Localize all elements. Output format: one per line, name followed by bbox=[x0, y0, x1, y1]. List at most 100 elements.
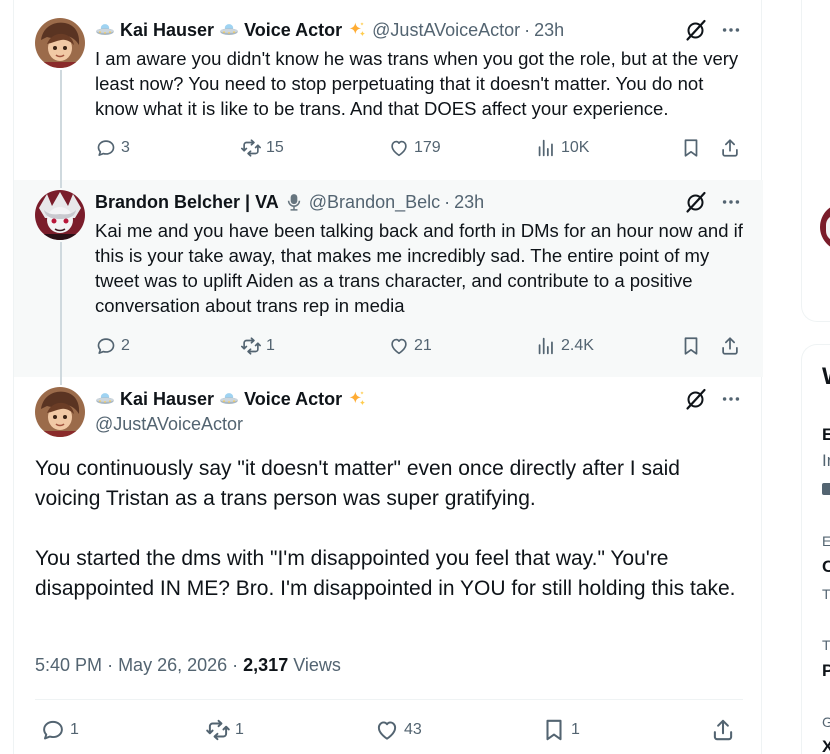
sidebar-avatar[interactable] bbox=[820, 203, 830, 251]
sidebar-profile-card bbox=[801, 0, 830, 322]
share-button[interactable] bbox=[719, 134, 741, 162]
bookmark-icon bbox=[680, 335, 702, 357]
repost-count: 1 bbox=[266, 337, 275, 354]
sidebar-trends-card: W E In E C T T P G X bbox=[801, 344, 830, 754]
user-handle[interactable]: @Brandon_Belc bbox=[309, 192, 440, 213]
bookmark-button[interactable] bbox=[680, 134, 702, 162]
tweet-header: Kai Hauser Voice Actor @JustAVoiceActor … bbox=[95, 18, 564, 42]
views-count: 2,317 bbox=[243, 655, 289, 675]
ufo-emoji bbox=[219, 20, 239, 40]
reply-count: 1 bbox=[70, 721, 79, 738]
share-button[interactable] bbox=[710, 716, 736, 744]
tweet-time[interactable]: 5:40 PM bbox=[35, 655, 102, 675]
share-icon bbox=[710, 717, 736, 743]
sidebar-item-line[interactable]: E bbox=[822, 425, 830, 445]
bookmark-button[interactable]: 1 bbox=[541, 716, 580, 744]
timestamp[interactable]: 23h bbox=[534, 20, 564, 41]
separator-dot: · bbox=[524, 19, 531, 40]
repost-button[interactable]: 15 bbox=[240, 134, 284, 162]
grok-icon[interactable] bbox=[683, 386, 709, 412]
divider bbox=[35, 699, 743, 700]
timestamp[interactable]: 23h bbox=[454, 192, 484, 213]
views-icon bbox=[535, 137, 557, 159]
repost-icon bbox=[240, 335, 262, 357]
sparkles-emoji bbox=[347, 20, 367, 40]
thread-line bbox=[60, 377, 62, 385]
share-icon bbox=[719, 335, 741, 357]
separator-dot: · bbox=[107, 655, 119, 675]
like-count: 43 bbox=[404, 721, 422, 738]
tweet-date[interactable]: May 26, 2026 bbox=[118, 655, 227, 675]
views-count: 2.4K bbox=[561, 337, 594, 354]
sidebar-item-line[interactable]: P bbox=[822, 661, 830, 681]
repost-count: 1 bbox=[235, 721, 244, 738]
like-icon bbox=[374, 717, 400, 743]
tweet-header: Brandon Belcher | VA @Brandon_Belc · 23h bbox=[95, 190, 484, 214]
repost-button[interactable]: 1 bbox=[205, 716, 244, 744]
user-handle[interactable]: @JustAVoiceActor bbox=[95, 412, 243, 436]
repost-icon bbox=[240, 137, 262, 159]
sidebar-item-line[interactable]: C bbox=[822, 557, 830, 577]
bookmark-icon bbox=[680, 137, 702, 159]
tweet-text-paragraph-2: You started the dms with "I'm disappoint… bbox=[35, 547, 736, 600]
views-button[interactable]: 10K bbox=[535, 134, 589, 162]
sidebar-item-line: In bbox=[822, 451, 830, 470]
grok-icon[interactable] bbox=[683, 189, 709, 215]
tweet-actions: 2 1 21 2.4K bbox=[95, 332, 745, 360]
reply-button[interactable]: 1 bbox=[40, 716, 79, 744]
reply-icon bbox=[40, 717, 66, 743]
conversation-timeline: Kai Hauser Voice Actor @JustAVoiceActor … bbox=[13, 0, 763, 754]
sidebar-item-line: T bbox=[822, 637, 830, 653]
like-count: 21 bbox=[414, 337, 432, 354]
microphone-emoji bbox=[284, 192, 304, 212]
repost-button[interactable]: 1 bbox=[240, 332, 275, 360]
user-handle[interactable]: @JustAVoiceActor bbox=[372, 20, 520, 41]
share-button[interactable] bbox=[719, 332, 741, 360]
display-name[interactable]: Kai Hauser bbox=[120, 20, 214, 41]
like-icon bbox=[388, 137, 410, 159]
like-count: 179 bbox=[414, 139, 441, 156]
views-count: 10K bbox=[561, 139, 590, 156]
repost-icon bbox=[205, 717, 231, 743]
separator-dot: · bbox=[444, 191, 451, 212]
sidebar-heading: W bbox=[822, 363, 830, 391]
ufo-emoji bbox=[95, 389, 115, 409]
reply-tweet-1[interactable]: Kai Hauser Voice Actor @JustAVoiceActor … bbox=[14, 0, 763, 180]
reply-icon bbox=[95, 137, 117, 159]
display-name[interactable]: Kai Hauser bbox=[120, 389, 214, 410]
more-icon[interactable] bbox=[719, 190, 743, 214]
name-badge[interactable]: Voice Actor bbox=[244, 389, 342, 410]
thread-line bbox=[60, 70, 62, 180]
views-label: Views bbox=[293, 655, 341, 675]
views-button[interactable]: 2.4K bbox=[535, 332, 594, 360]
sidebar-item-icon bbox=[822, 483, 830, 495]
reply-count: 3 bbox=[121, 139, 130, 156]
more-icon[interactable] bbox=[719, 18, 743, 42]
grok-icon[interactable] bbox=[683, 17, 709, 43]
main-tweet-actions: 1 1 43 1 bbox=[40, 716, 740, 744]
like-button[interactable]: 21 bbox=[388, 332, 432, 360]
reply-count: 2 bbox=[121, 337, 130, 354]
name-badge[interactable]: Voice Actor bbox=[244, 20, 342, 41]
reply-button[interactable]: 2 bbox=[95, 332, 130, 360]
thread-line bbox=[60, 242, 62, 377]
more-icon[interactable] bbox=[719, 387, 743, 411]
main-tweet: Kai Hauser Voice Actor @JustAVoiceActor … bbox=[14, 377, 763, 754]
sidebar-item-line: T bbox=[822, 586, 830, 602]
reply-icon bbox=[95, 335, 117, 357]
reply-button[interactable]: 3 bbox=[95, 134, 130, 162]
like-button[interactable]: 179 bbox=[388, 134, 441, 162]
bookmark-button[interactable] bbox=[680, 332, 702, 360]
reply-tweet-2[interactable]: Brandon Belcher | VA @Brandon_Belc · 23h… bbox=[14, 180, 763, 377]
like-button[interactable]: 43 bbox=[374, 716, 422, 744]
tweet-meta: 5:40 PM · May 26, 2026 · 2,317 Views bbox=[35, 655, 341, 676]
sidebar-item-line: E bbox=[822, 533, 830, 549]
avatar[interactable] bbox=[35, 18, 85, 68]
tweet-header: Kai Hauser Voice Actor bbox=[95, 387, 367, 411]
sidebar-item-line[interactable]: X bbox=[822, 737, 830, 754]
share-icon bbox=[719, 137, 741, 159]
avatar[interactable] bbox=[35, 190, 85, 240]
ufo-emoji bbox=[95, 20, 115, 40]
display-name[interactable]: Brandon Belcher | VA bbox=[95, 192, 279, 213]
avatar[interactable] bbox=[35, 387, 85, 437]
